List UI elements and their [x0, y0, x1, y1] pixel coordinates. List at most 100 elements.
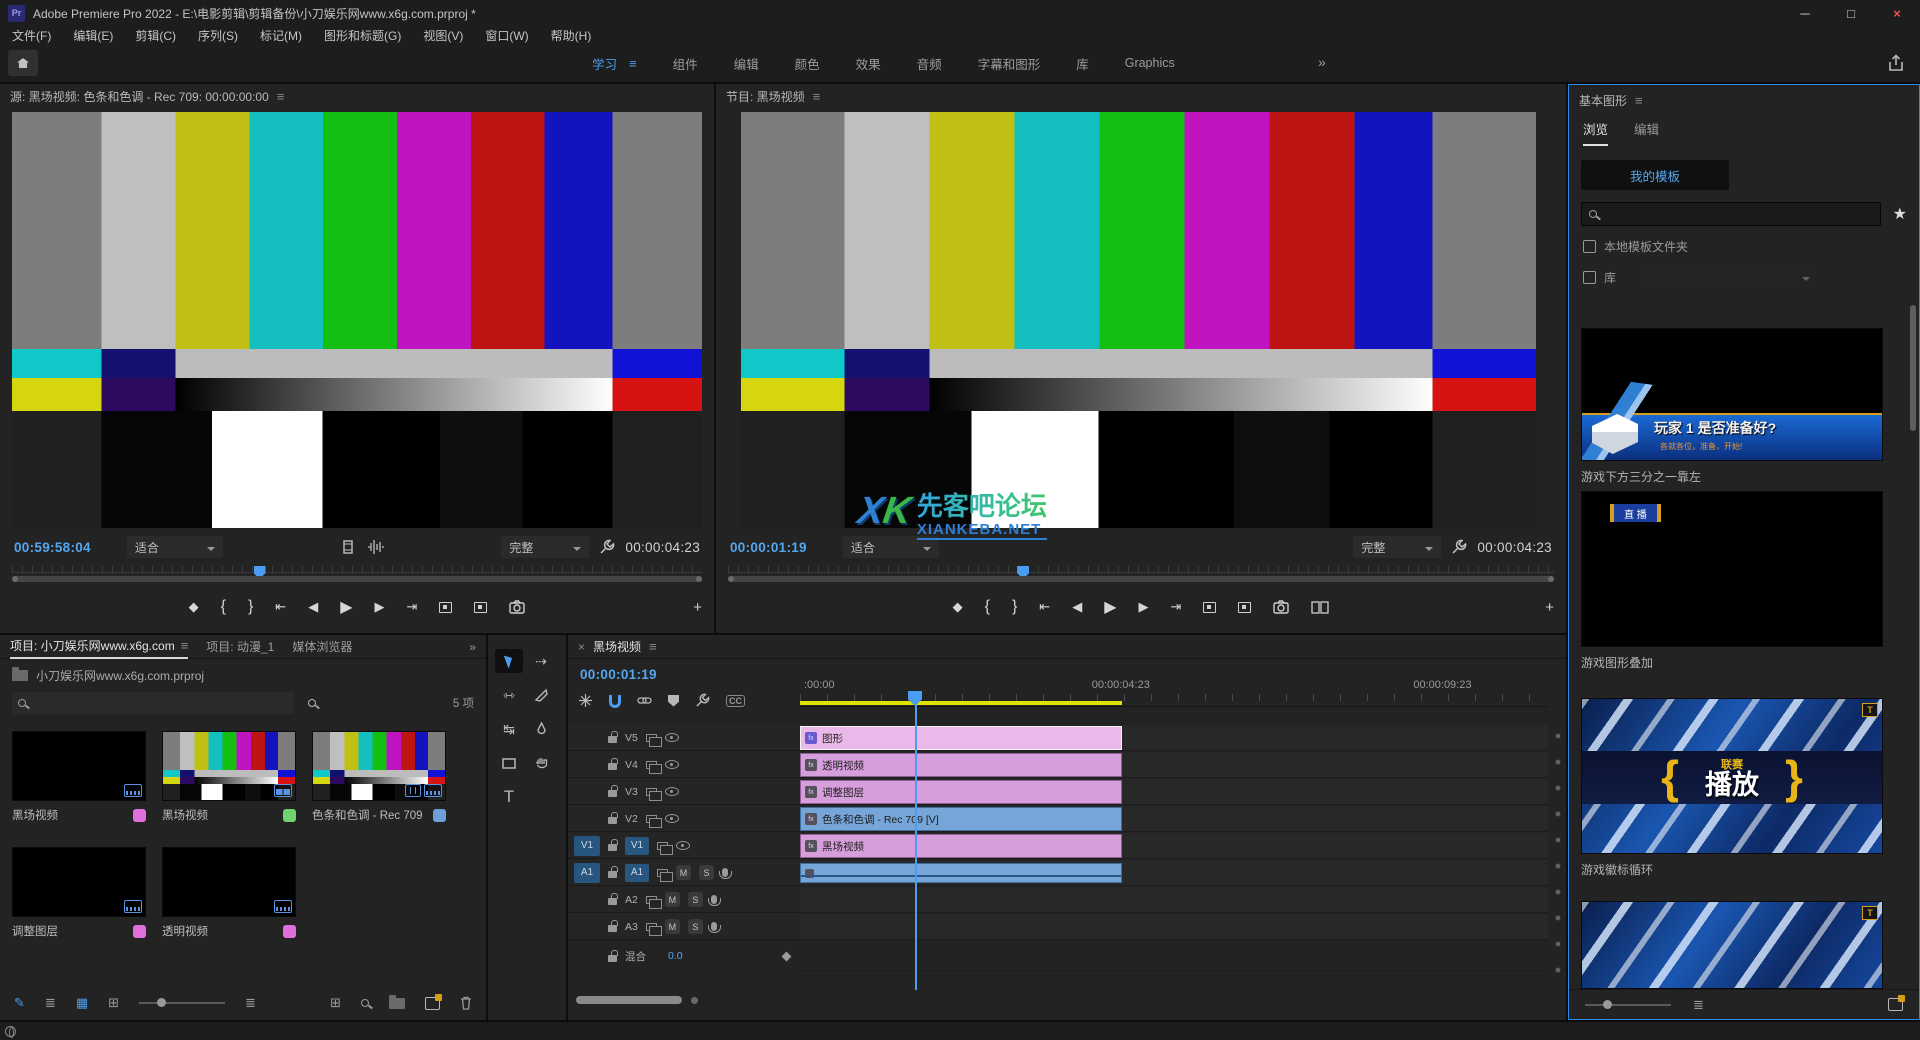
library-checkbox[interactable] — [1583, 271, 1596, 284]
project-item[interactable]: 色条和色调 - Rec 709 — [312, 731, 446, 823]
project-item[interactable]: 透明视频 — [162, 847, 296, 939]
linked-selection-icon[interactable] — [637, 694, 652, 707]
play-icon[interactable]: ▶ — [1104, 597, 1116, 617]
label-swatch[interactable] — [283, 809, 296, 822]
program-timecode[interactable]: 00:00:01:19 — [730, 540, 807, 555]
template-list-scrollbar[interactable] — [1910, 305, 1916, 431]
new-layer-icon[interactable] — [1888, 998, 1903, 1011]
captions-icon[interactable]: CC — [726, 695, 745, 707]
menu-graphics[interactable]: 图形和标题(G) — [324, 27, 401, 44]
eye-icon[interactable] — [665, 760, 679, 769]
program-resolution-select[interactable]: 完整 — [1353, 536, 1441, 558]
project-panel-menu-icon[interactable]: ≡ — [181, 638, 189, 653]
solo-button[interactable]: S — [688, 919, 703, 934]
clear-trash-icon[interactable] — [460, 996, 472, 1010]
insert-icon[interactable] — [439, 602, 452, 613]
track-name[interactable]: V3 — [625, 786, 638, 798]
tab-project-main[interactable]: 项目: 小刀娱乐网www.x6g.com ≡ — [10, 635, 188, 659]
lock-icon[interactable] — [608, 871, 617, 878]
workspace-tab-color[interactable]: 颜色 — [795, 54, 820, 73]
mark-out-icon[interactable]: } — [248, 598, 253, 616]
source-resolution-select[interactable]: 完整 — [501, 536, 589, 558]
export-frame-icon[interactable] — [1273, 600, 1289, 614]
icon-view-icon[interactable]: ▦ — [76, 995, 88, 1011]
project-search-input[interactable] — [12, 692, 294, 714]
project-tab-overflow-icon[interactable]: » — [469, 640, 476, 654]
source-scrubber[interactable] — [12, 566, 702, 582]
timeline-tab-label[interactable]: 黑场视频 — [593, 638, 641, 655]
template-search-input[interactable] — [1581, 202, 1881, 226]
menu-file[interactable]: 文件(F) — [12, 27, 51, 44]
mix-level-value[interactable]: 0.0 — [668, 950, 683, 962]
drag-video-icon[interactable] — [340, 539, 356, 555]
clip-bars-and-tone[interactable]: fx 色条和色调 - Rec 709 [V] — [800, 807, 1122, 831]
target-track-a1[interactable]: A1 — [625, 864, 649, 882]
favorites-star-icon[interactable]: ★ — [1893, 204, 1907, 224]
sync-lock-icon[interactable] — [657, 869, 668, 877]
workspace-tab-libraries[interactable]: 库 — [1076, 54, 1089, 73]
goto-in-icon[interactable]: ⇤ — [1039, 599, 1050, 615]
thumbnail-zoom-slider[interactable] — [139, 1002, 225, 1004]
menu-sequence[interactable]: 序列(S) — [198, 27, 238, 44]
eye-icon[interactable] — [665, 733, 679, 742]
sync-lock-icon[interactable] — [646, 734, 657, 742]
menu-window[interactable]: 窗口(W) — [485, 27, 528, 44]
razor-tool[interactable] — [527, 683, 555, 707]
sync-lock-icon[interactable] — [646, 761, 657, 769]
clip-black-video[interactable]: fx 黑场视频 — [800, 834, 1122, 858]
sync-lock-icon[interactable] — [646, 788, 657, 796]
library-select[interactable] — [1640, 267, 1816, 287]
lock-icon[interactable] — [608, 844, 617, 851]
step-forward-icon[interactable]: ▶ — [375, 599, 385, 615]
source-video-viewer[interactable] — [12, 112, 702, 528]
keyframe-icon[interactable] — [782, 951, 792, 961]
automate-to-sequence-icon[interactable]: ⊞ — [330, 995, 341, 1011]
workspace-tab-effects[interactable]: 效果 — [856, 54, 881, 73]
track-header-a1[interactable]: A1 A1 M S — [568, 860, 800, 886]
tab-media-browser[interactable]: 媒体浏览器 — [292, 635, 352, 659]
workspace-overflow-icon[interactable]: » — [1318, 54, 1326, 70]
home-button[interactable] — [8, 50, 38, 76]
program-zoom-scrollbar[interactable] — [728, 576, 1554, 582]
track-header-v5[interactable]: V5 — [568, 725, 800, 751]
work-area-bar[interactable] — [800, 701, 1122, 705]
library-row[interactable]: 库 — [1583, 267, 1905, 287]
workspace-tab-assembly[interactable]: 组件 — [673, 54, 698, 73]
track-header-v3[interactable]: V3 — [568, 779, 800, 805]
source-patch-a1[interactable]: A1 — [574, 863, 600, 883]
mute-button[interactable]: M — [676, 865, 691, 880]
sync-status-icon[interactable] — [5, 1026, 16, 1037]
track-name[interactable]: V4 — [625, 759, 638, 771]
eye-icon[interactable] — [676, 841, 690, 850]
template-item-partial[interactable]: T — [1581, 901, 1883, 989]
selection-tool[interactable] — [495, 649, 523, 673]
track-name[interactable]: V2 — [625, 813, 638, 825]
track-header-v4[interactable]: V4 — [568, 752, 800, 778]
project-item[interactable]: 黑场视频 — [162, 731, 296, 823]
track-header-a3[interactable]: A3 M S — [568, 914, 800, 940]
track-name[interactable]: A2 — [625, 894, 638, 906]
add-marker-icon[interactable]: ◆ — [953, 599, 963, 615]
goto-out-icon[interactable]: ⇥ — [1171, 599, 1182, 615]
template-size-slider[interactable] — [1585, 1004, 1671, 1006]
insert-overwrite-icon[interactable] — [578, 693, 593, 708]
sync-lock-icon[interactable] — [646, 923, 657, 931]
mute-button[interactable]: M — [665, 892, 680, 907]
comparison-view-icon[interactable] — [1311, 601, 1329, 614]
template-item-overlay[interactable]: 直 播 游戏图形叠加 — [1581, 491, 1883, 671]
track-header-v1[interactable]: V1 V1 — [568, 833, 800, 859]
project-item[interactable]: 调整图层 — [12, 847, 146, 939]
eg-sort-icon[interactable]: ≣ — [1693, 997, 1704, 1013]
menu-edit[interactable]: 编辑(E) — [73, 27, 113, 44]
mic-icon[interactable] — [711, 895, 717, 904]
source-timecode[interactable]: 00:59:58:04 — [14, 540, 91, 555]
goto-out-icon[interactable]: ⇥ — [407, 599, 418, 615]
track-header-v2[interactable]: V2 — [568, 806, 800, 832]
ripple-edit-tool[interactable]: ⇿ — [495, 683, 523, 707]
timeline-tab-close-icon[interactable]: × — [578, 640, 585, 654]
workspace-tab-audio[interactable]: 音频 — [917, 54, 942, 73]
find-icon[interactable] — [361, 999, 369, 1007]
add-marker-icon[interactable]: ◆ — [189, 599, 199, 615]
workspace-tab-captions[interactable]: 字幕和图形 — [978, 54, 1041, 73]
workspace-tab-graphics[interactable]: Graphics — [1125, 56, 1175, 70]
